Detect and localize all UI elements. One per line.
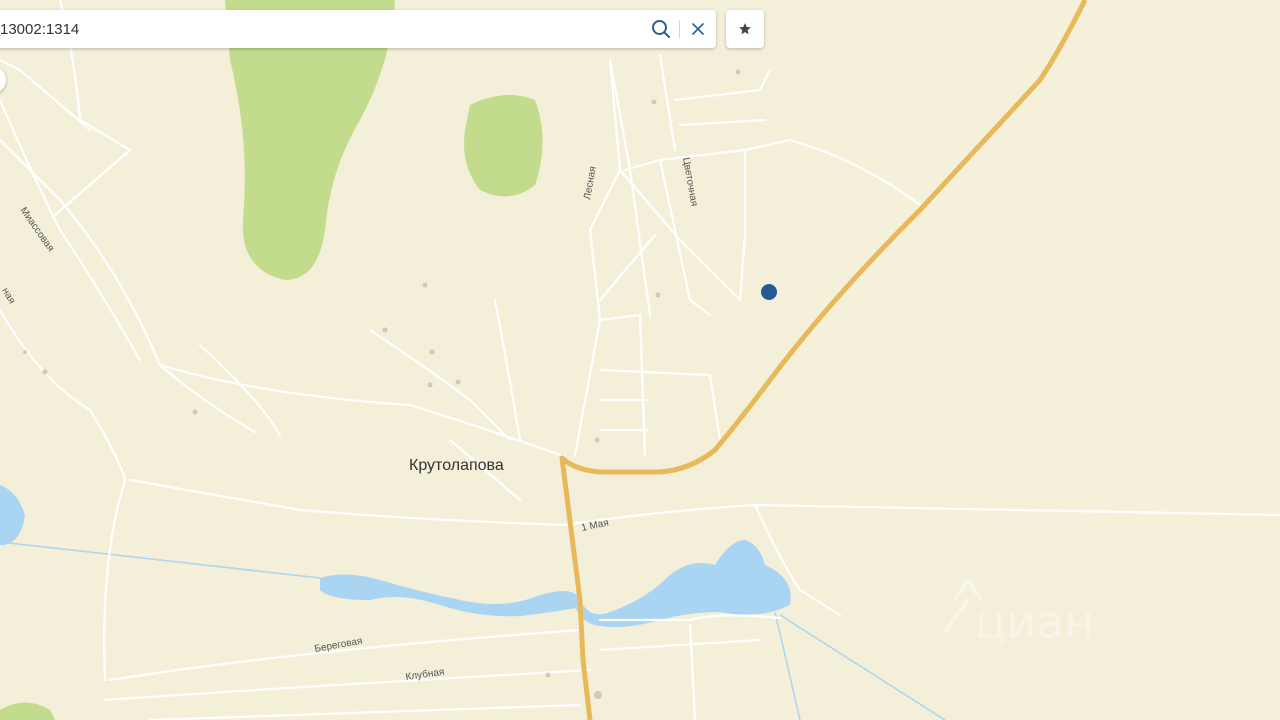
- clear-button[interactable]: [680, 11, 716, 47]
- search-button[interactable]: [643, 11, 679, 47]
- favorite-button[interactable]: [726, 10, 764, 48]
- map-canvas[interactable]: Лесная Цветочная Миассовая ная 1 Мая Бер…: [0, 0, 1280, 720]
- star-icon: [739, 23, 751, 35]
- forest-area: [464, 95, 543, 197]
- close-icon: [692, 23, 704, 35]
- search-bar: [0, 10, 716, 48]
- settlement-label: Крутолапова: [409, 457, 504, 474]
- search-icon: [652, 20, 670, 38]
- svg-text:циан: циан: [975, 595, 1094, 649]
- location-marker: [761, 284, 777, 300]
- cadastral-search-input[interactable]: [0, 11, 643, 47]
